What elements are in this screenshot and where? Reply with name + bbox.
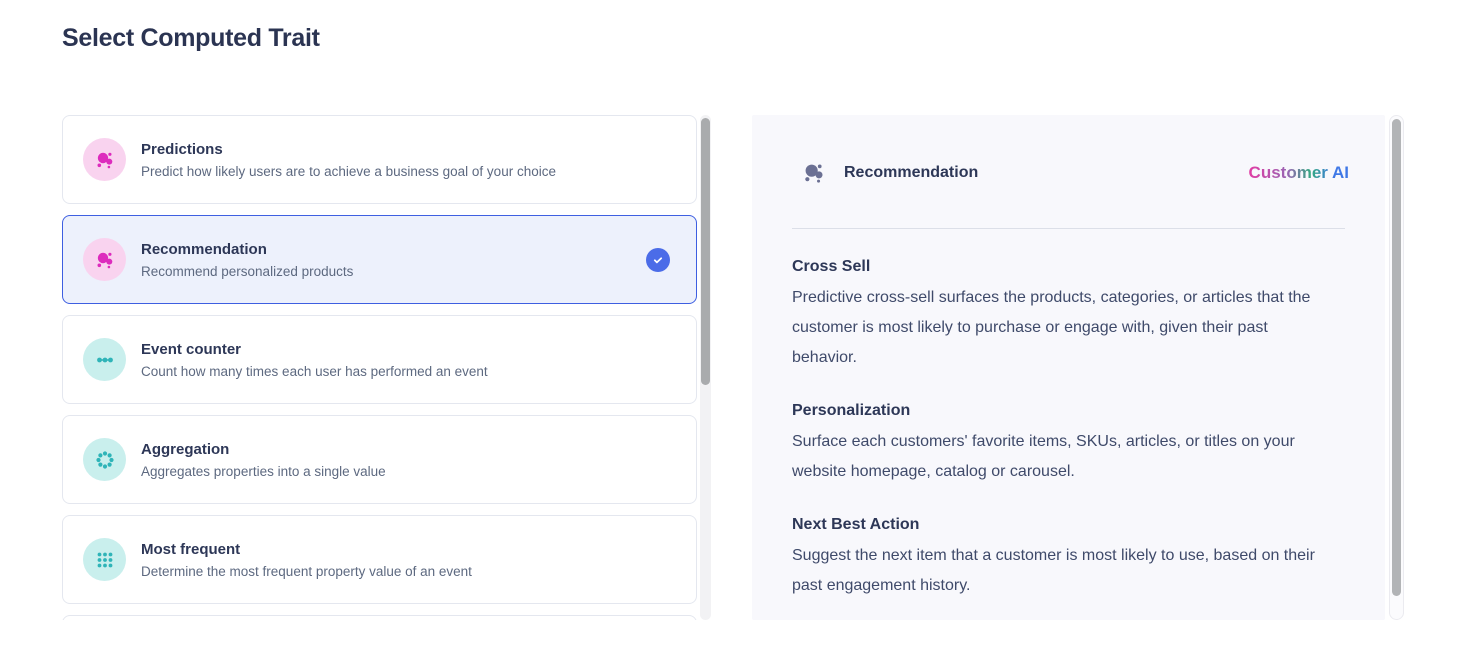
detail-title: Recommendation: [844, 164, 978, 182]
list-item[interactable]: Event counter Count how many times each …: [62, 315, 697, 404]
detail-panel-scrollbar-thumb[interactable]: [1392, 119, 1401, 596]
section-body: Surface each customers' favorite items, …: [792, 427, 1337, 487]
trait-text: Recommendation Recommend personalized pr…: [141, 241, 646, 279]
trait-description: Determine the most frequent property val…: [141, 564, 670, 579]
trait-text: Aggregation Aggregates properties into a…: [141, 441, 670, 479]
trait-title: Aggregation: [141, 441, 670, 458]
trait-title: Most frequent: [141, 541, 670, 558]
cluster-icon: [800, 159, 828, 187]
list-item[interactable]: Aggregation Aggregates properties into a…: [62, 415, 697, 504]
dot-ring-icon: [93, 448, 117, 472]
detail-panel-scrollbar[interactable]: [1389, 115, 1404, 620]
dot-grid-icon: [93, 548, 117, 572]
detail-section: Next Best Action Suggest the next item t…: [792, 516, 1345, 601]
section-body: Suggest the next item that a customer is…: [792, 541, 1337, 601]
list-item-partial[interactable]: [62, 615, 697, 620]
selected-check-icon: [646, 248, 670, 272]
section-heading: Next Best Action: [792, 516, 1345, 534]
trait-description: Predict how likely users are to achieve …: [141, 164, 670, 179]
list-item[interactable]: Most frequent Determine the most frequen…: [62, 515, 697, 604]
detail-section: Personalization Surface each customers' …: [792, 402, 1345, 487]
trait-list-scrollbar[interactable]: [700, 115, 711, 620]
cluster-icon: [93, 148, 117, 172]
trait-list-scrollbar-thumb[interactable]: [701, 118, 710, 385]
section-body: Predictive cross-sell surfaces the produ…: [792, 283, 1337, 373]
trait-list: Predictions Predict how likely users are…: [62, 115, 698, 620]
trait-icon-circle: [83, 438, 126, 481]
trait-text: Event counter Count how many times each …: [141, 341, 670, 379]
detail-header: Recommendation Customer AI: [800, 159, 1349, 187]
beads-icon: [93, 348, 117, 372]
detail-panel: Recommendation Customer AI Cross Sell Pr…: [752, 115, 1385, 620]
detail-section: Cross Sell Predictive cross-sell surface…: [792, 258, 1345, 373]
trait-icon-circle: [83, 538, 126, 581]
trait-description: Recommend personalized products: [141, 264, 646, 279]
trait-icon-circle: [83, 238, 126, 281]
list-item[interactable]: Predictions Predict how likely users are…: [62, 115, 697, 204]
trait-icon-circle: [83, 138, 126, 181]
section-heading: Personalization: [792, 402, 1345, 420]
trait-title: Recommendation: [141, 241, 646, 258]
trait-title: Event counter: [141, 341, 670, 358]
section-heading: Cross Sell: [792, 258, 1345, 276]
detail-sections: Cross Sell Predictive cross-sell surface…: [752, 229, 1385, 601]
trait-title: Predictions: [141, 141, 670, 158]
trait-description: Count how many times each user has perfo…: [141, 364, 670, 379]
customer-ai-badge: Customer AI: [1249, 163, 1349, 183]
page-title: Select Computed Trait: [62, 24, 320, 53]
cluster-icon: [93, 248, 117, 272]
list-item[interactable]: Recommendation Recommend personalized pr…: [62, 215, 697, 304]
trait-icon-circle: [83, 338, 126, 381]
trait-text: Most frequent Determine the most frequen…: [141, 541, 670, 579]
trait-description: Aggregates properties into a single valu…: [141, 464, 670, 479]
trait-text: Predictions Predict how likely users are…: [141, 141, 670, 179]
